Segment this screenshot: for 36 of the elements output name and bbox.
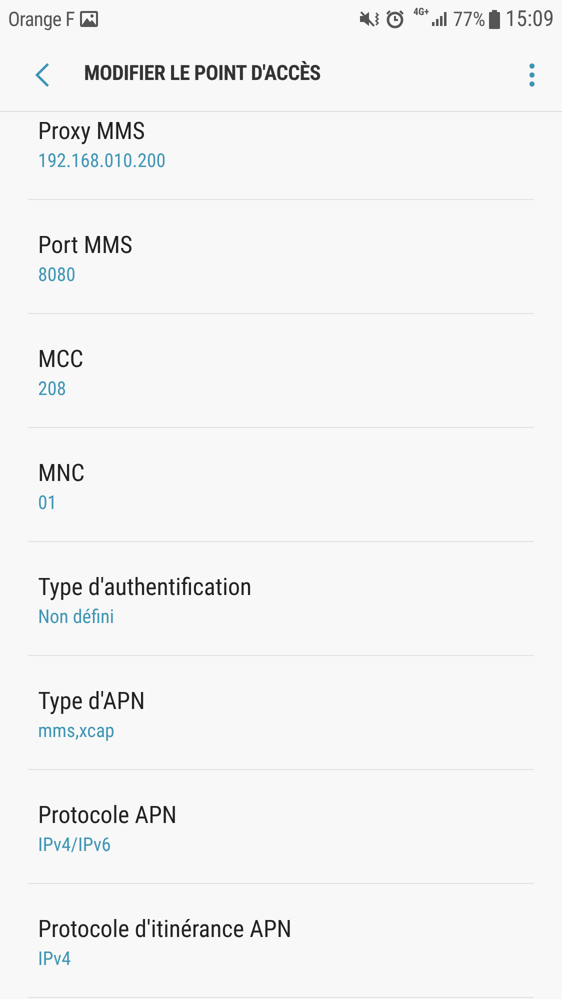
setting-label: Proxy MMS [38, 116, 146, 146]
setting-item[interactable]: Protocole APN IPv4/IPv6 [28, 770, 534, 884]
back-icon [34, 62, 50, 88]
setting-value: mms,xcap [38, 719, 116, 743]
page-title: MODIFIER LE POINT D'ACCÈS [84, 60, 321, 88]
setting-value: 8080 [38, 263, 77, 287]
setting-label: Protocole APN [38, 800, 178, 830]
carrier-name: Orange F [8, 6, 74, 33]
setting-label: MCC [38, 344, 84, 374]
setting-label: Protocole d'itinérance APN [38, 914, 293, 944]
setting-value: IPv4/IPv6 [38, 833, 112, 857]
network-type: 4G+ [413, 8, 430, 18]
battery-percent: 77% [453, 6, 486, 33]
setting-value: Non défini [38, 605, 116, 629]
setting-label: Type d'authentification [38, 572, 253, 602]
alarm-icon [385, 9, 406, 29]
battery-icon [489, 10, 500, 28]
signal-icon [431, 11, 450, 27]
setting-item[interactable]: Type d'APN mms,xcap [28, 656, 534, 770]
setting-label: MNC [38, 458, 86, 488]
setting-label: Port MMS [38, 230, 134, 260]
setting-value: IPv4 [38, 947, 72, 971]
setting-label: Type d'APN [38, 686, 146, 716]
setting-item[interactable]: Proxy MMS 192.168.010.200 [28, 112, 534, 200]
setting-value: 192.168.010.200 [38, 149, 167, 173]
mute-vibrate-icon [359, 10, 382, 28]
setting-item[interactable]: MCC 208 [28, 314, 534, 428]
setting-value: 208 [38, 377, 68, 401]
setting-item[interactable]: MNC 01 [28, 428, 534, 542]
clock: 15:09 [505, 6, 554, 34]
setting-item[interactable]: Port MMS 8080 [28, 200, 534, 314]
more-icon [529, 62, 535, 86]
setting-item[interactable]: Type d'authentification Non défini [28, 542, 534, 656]
setting-value: 01 [38, 491, 58, 515]
setting-item[interactable]: Protocole d'itinérance APN IPv4 [28, 884, 534, 998]
image-icon [80, 11, 98, 27]
